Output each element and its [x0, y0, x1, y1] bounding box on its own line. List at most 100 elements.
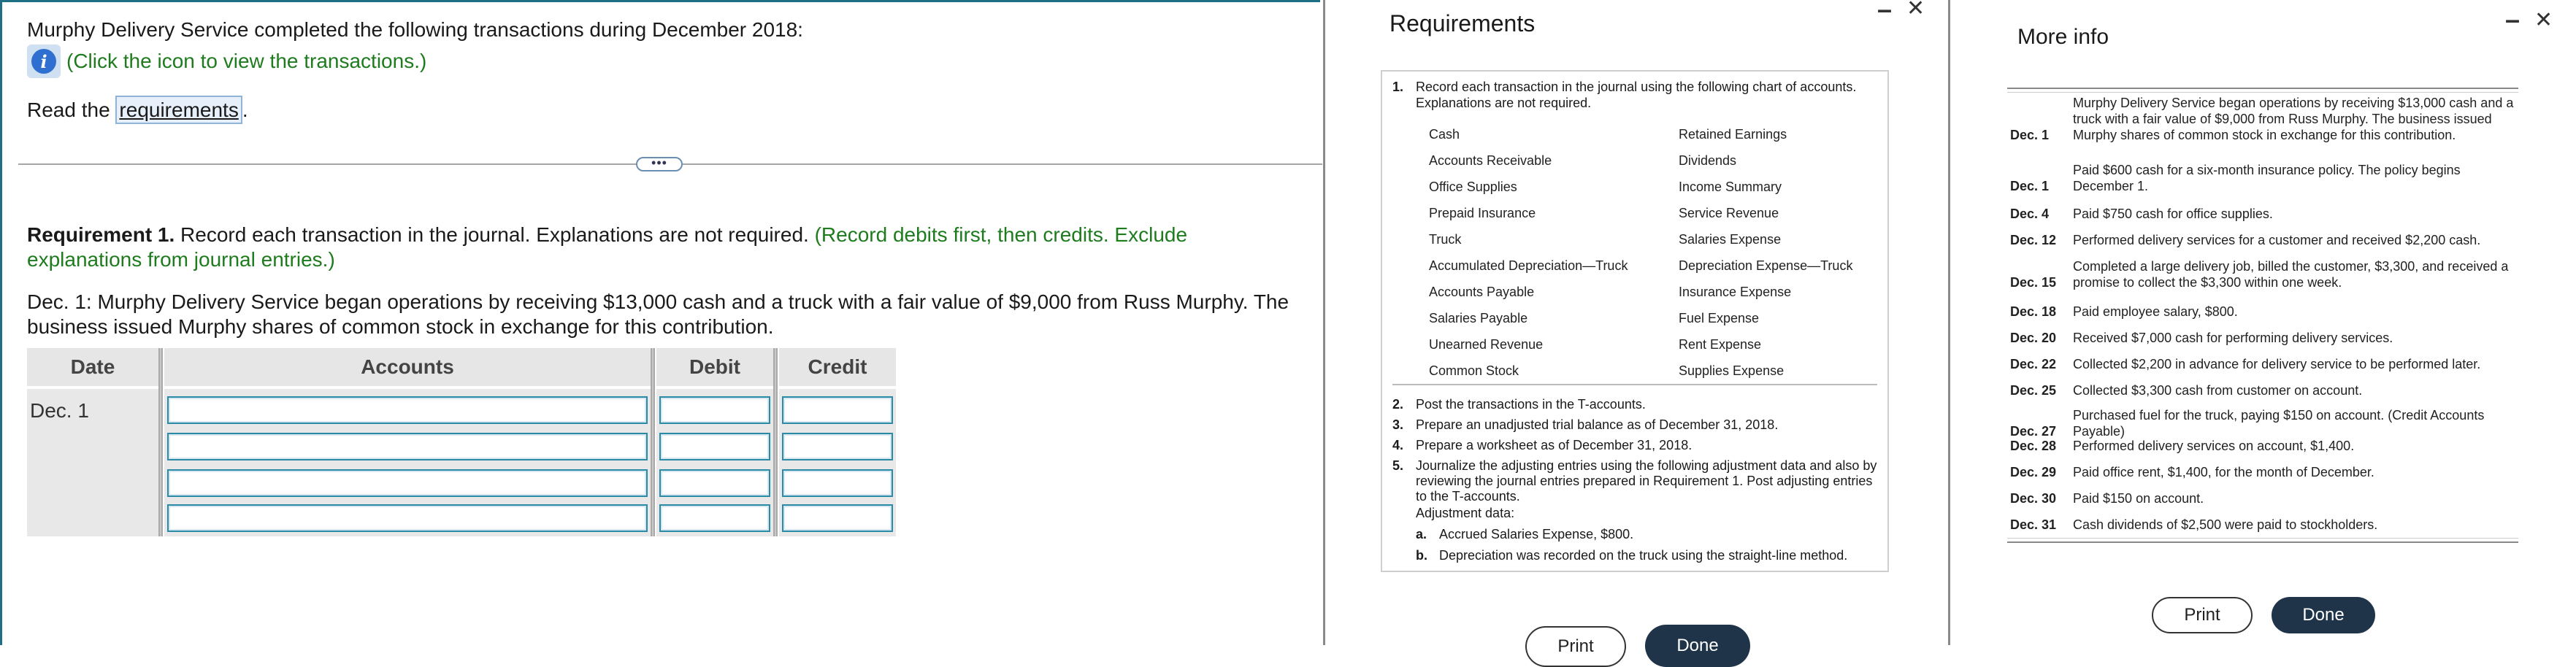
transactions-link[interactable]: (Click the icon to view the transactions…	[66, 50, 426, 73]
transaction-row: Dec. 29 Paid office rent, $1,400, for the…	[2010, 464, 2515, 480]
done-button[interactable]: Done	[2272, 597, 2375, 633]
expand-dots-button[interactable]: •••	[636, 156, 683, 171]
transaction-date: Dec. 25	[2010, 383, 2057, 398]
column-header-credit: Credit	[779, 348, 896, 386]
transaction-date: Dec. 31	[2010, 517, 2057, 532]
requirements-dialog: Requirements – ✕ 1. Record each transact…	[1323, 0, 1942, 667]
credit-input-row-2[interactable]	[782, 433, 893, 460]
transaction-description: Cash dividends of $2,500 were paid to st…	[2073, 517, 2378, 532]
transaction-row: Dec. 20 Received $7,000 cash for performi…	[2010, 330, 2515, 346]
done-button[interactable]: Done	[1645, 625, 1750, 667]
credit-input-row-1[interactable]	[782, 396, 893, 424]
transaction-description: Received $7,000 cash for performing deli…	[2073, 331, 2393, 345]
account-name: Cash	[1429, 127, 1460, 142]
transaction-date: Dec. 18	[2010, 304, 2057, 319]
transaction-row: Dec. 30 Paid $150 on account.	[2010, 490, 2515, 506]
adjustment-item-a: a. Accrued Salaries Expense, $800.	[1416, 527, 1634, 541]
requirement-item-2: 2. Post the transactions in the T-account…	[1392, 397, 1646, 412]
transaction-description: Paid employee salary, $800.	[2073, 304, 2238, 319]
close-icon[interactable]: ✕	[2534, 7, 2553, 33]
debit-input-row-1[interactable]	[659, 396, 770, 424]
requirements-link[interactable]: requirements	[115, 96, 242, 124]
transaction-row: Dec. 1 Murphy Delivery Service began oper…	[2010, 95, 2515, 143]
more-info-dialog: More info – ✕ Dec. 1 Murphy Delivery Serv…	[1948, 0, 2576, 645]
transaction-row: Dec. 12 Performed delivery services for a…	[2010, 232, 2515, 248]
account-name: Truck	[1429, 232, 1462, 247]
transactions-list: Dec. 1 Murphy Delivery Service began oper…	[2007, 88, 2518, 543]
account-name: Depreciation Expense—Truck	[1679, 258, 1853, 273]
account-name: Prepaid Insurance	[1429, 206, 1536, 220]
adjustment-data-label: Adjustment data:	[1416, 506, 1515, 520]
requirement-item-1: 1. Record each transaction in the journa…	[1392, 80, 1857, 110]
column-header-accounts: Accounts	[164, 348, 651, 386]
transaction-date: Dec. 27	[2010, 424, 2057, 439]
account-name: Supplies Expense	[1679, 363, 1785, 378]
adjustment-item-b: b. Depreciation was recorded on the truck…	[1416, 548, 1848, 563]
print-button[interactable]: Print	[2152, 597, 2253, 633]
requirement-1-instructions: Requirement 1. Record each transaction i…	[27, 223, 1188, 271]
transaction-description: Purchased fuel for the truck, paying $15…	[2073, 408, 2485, 439]
account-name: Accumulated Depreciation—Truck	[1429, 258, 1628, 273]
requirements-list: 2. Post the transactions in the T-account…	[1392, 397, 1877, 563]
transaction-row: Dec. 27 Purchased fuel for the truck, pay…	[2010, 407, 2515, 439]
transaction-description: Completed a large delivery job, billed t…	[2073, 259, 2509, 290]
transaction-row: Dec. 22 Collected $2,200 in advance for d…	[2010, 356, 2515, 372]
account-name: Common Stock	[1429, 363, 1519, 378]
account-input-row-2[interactable]	[167, 433, 648, 460]
journal-date-cell: Dec. 1	[30, 399, 89, 422]
transaction-row: Dec. 4 Paid $750 cash for office supplies…	[2010, 206, 2515, 222]
transaction-description: Paid $750 cash for office supplies.	[2073, 207, 2273, 221]
account-name: Service Revenue	[1679, 206, 1779, 220]
print-button[interactable]: Print	[1525, 626, 1626, 667]
more-info-title: More info	[2017, 25, 2109, 49]
account-name: Office Supplies	[1429, 180, 1517, 194]
transaction-row: Dec. 31 Cash dividends of $2,500 were pai…	[2010, 517, 2515, 533]
credit-input-row-3[interactable]	[782, 469, 893, 497]
close-icon[interactable]: ✕	[1906, 0, 1925, 21]
account-name: Fuel Expense	[1679, 311, 1760, 325]
transaction-description: Collected $3,300 cash from customer on a…	[2073, 383, 2363, 398]
info-icon[interactable]: i	[27, 45, 61, 78]
debit-input-row-3[interactable]	[659, 469, 770, 497]
debit-input-row-2[interactable]	[659, 433, 770, 460]
debit-input-row-4[interactable]	[659, 504, 770, 532]
account-name: Accounts Receivable	[1429, 153, 1552, 168]
transaction-description: Murphy Delivery Service began operations…	[2073, 96, 2514, 142]
transaction-description: Paid $150 on account.	[2073, 491, 2204, 506]
transaction-description: Paid $600 cash for a six-month insurance…	[2073, 163, 2461, 193]
transaction-description: Paid office rent, $1,400, for the month …	[2073, 465, 2374, 479]
requirements-content: 1. Record each transaction in the journa…	[1381, 70, 1889, 572]
account-name: Unearned Revenue	[1429, 337, 1544, 352]
transaction-row: Dec. 1 Paid $600 cash for a six-month ins…	[2010, 162, 2515, 194]
requirement-item-3: 3. Prepare an unadjusted trial balance as…	[1392, 417, 1779, 432]
transaction-date: Dec. 22	[2010, 357, 2057, 371]
account-input-row-4[interactable]	[167, 504, 648, 532]
intro-text: Murphy Delivery Service completed the fo…	[27, 18, 803, 41]
read-requirements-row: Read the requirements.	[27, 96, 248, 124]
transaction-row: Dec. 25 Collected $3,300 cash from custom…	[2010, 382, 2515, 398]
transaction-date: Dec. 20	[2010, 331, 2057, 345]
account-name: Accounts Payable	[1429, 285, 1535, 299]
account-input-row-3[interactable]	[167, 469, 648, 497]
transaction-description: Collected $2,200 in advance for delivery…	[2073, 357, 2481, 371]
account-name: Insurance Expense	[1679, 285, 1792, 299]
transaction-date: Dec. 29	[2010, 465, 2057, 479]
transaction-row: Dec. 28 Performed delivery services on ac…	[2010, 438, 2515, 454]
transaction-date: Dec. 1	[2010, 179, 2050, 193]
account-name: Salaries Expense	[1679, 232, 1782, 247]
account-name: Salaries Payable	[1429, 311, 1528, 325]
requirement-item-4: 4. Prepare a worksheet as of December 31,…	[1392, 438, 1693, 452]
transaction-row: Dec. 18 Paid employee salary, $800.	[2010, 304, 2515, 320]
account-name: Income Summary	[1679, 180, 1782, 194]
account-name: Retained Earnings	[1679, 127, 1787, 142]
requirement-item-5: 5. Journalize the adjusting entries using…	[1392, 458, 1877, 504]
transaction-date: Dec. 30	[2010, 491, 2057, 506]
minimize-icon[interactable]: –	[1877, 0, 1892, 25]
dec-1-transaction-text: Dec. 1: Murphy Delivery Service began op…	[27, 290, 1289, 338]
account-name: Rent Expense	[1679, 337, 1762, 352]
transaction-date: Dec. 1	[2010, 128, 2050, 142]
minimize-icon[interactable]: –	[2505, 4, 2520, 35]
account-name: Dividends	[1679, 153, 1737, 168]
account-input-row-1[interactable]	[167, 396, 648, 424]
credit-input-row-4[interactable]	[782, 504, 893, 532]
